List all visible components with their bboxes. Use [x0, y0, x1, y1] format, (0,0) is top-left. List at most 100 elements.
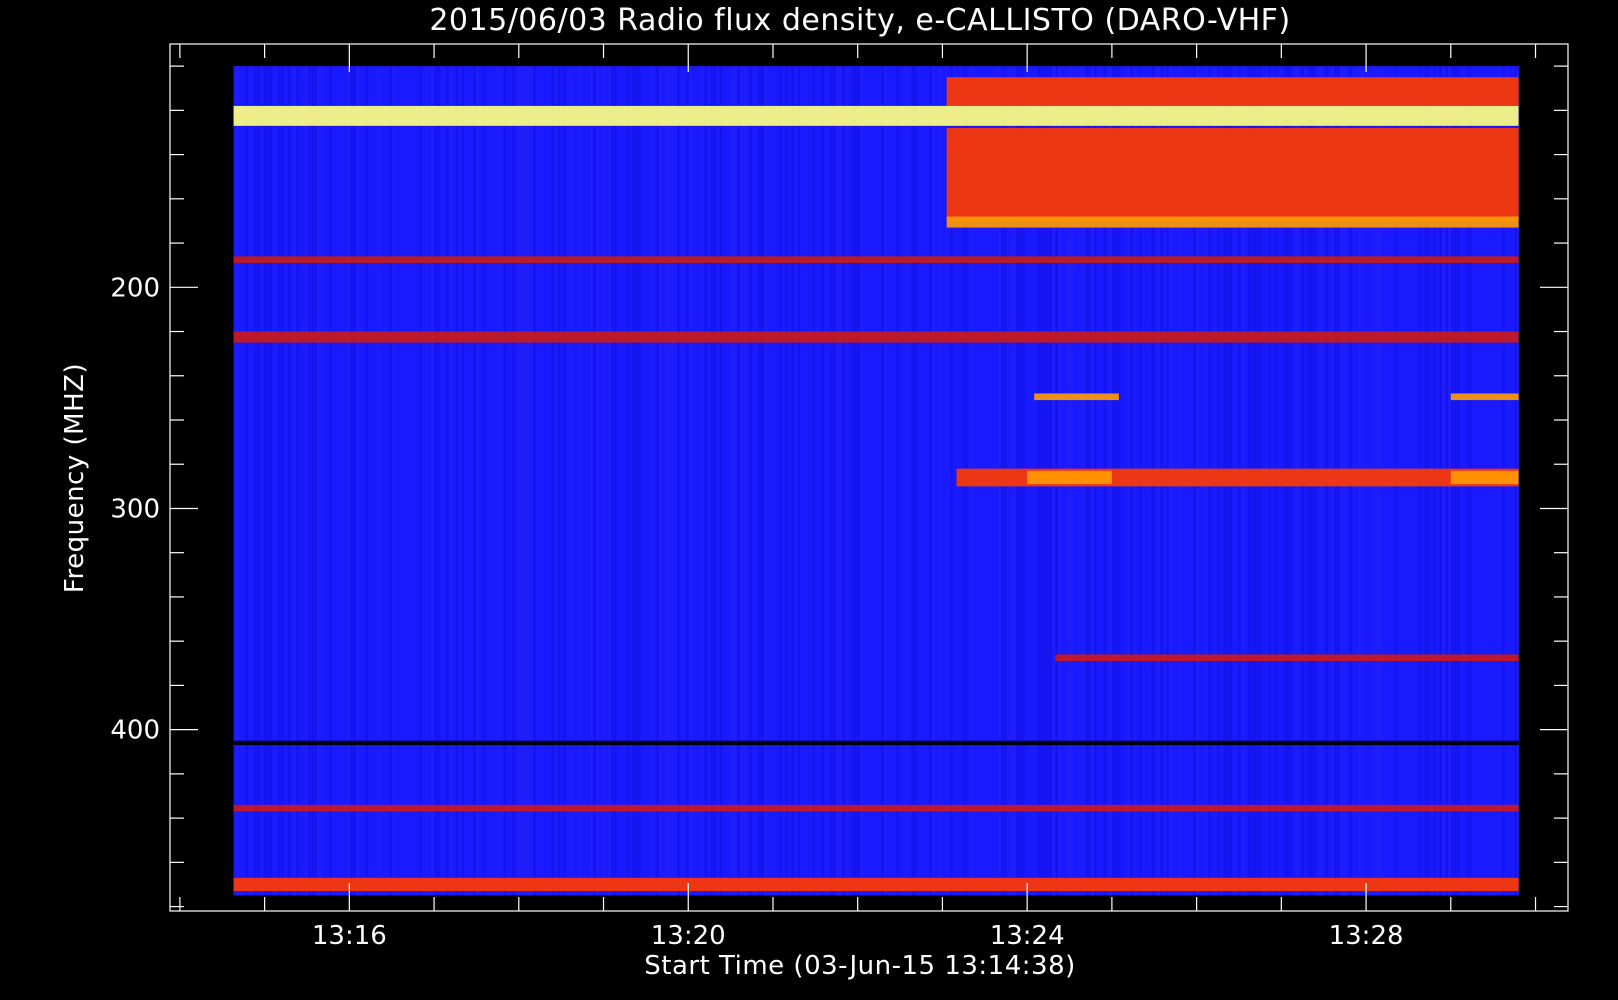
noise-column: [932, 66, 935, 896]
noise-column: [938, 66, 941, 896]
noise-column: [551, 66, 554, 896]
noise-column: [296, 66, 299, 896]
noise-column: [425, 66, 428, 896]
noise-column: [749, 66, 752, 896]
noise-column: [914, 66, 917, 896]
noise-column: [896, 66, 899, 896]
noise-column: [524, 66, 527, 896]
noise-column: [674, 66, 677, 896]
noise-column: [320, 66, 323, 896]
heatmap-layer: [233, 66, 1520, 896]
noise-column: [731, 66, 734, 896]
noise-column: [761, 66, 764, 896]
noise-column: [305, 66, 308, 896]
noise-column: [287, 66, 290, 896]
noise-column: [701, 66, 704, 896]
chart-title: 2015/06/03 Radio flux density, e-CALLIST…: [429, 3, 1290, 38]
noise-column: [821, 66, 824, 896]
noise-column: [521, 66, 524, 896]
noise-column: [518, 66, 521, 896]
noise-column: [791, 66, 794, 896]
noise-column: [356, 66, 359, 896]
noise-column: [830, 66, 833, 896]
noise-column: [668, 66, 671, 896]
noise-column: [437, 66, 440, 896]
noise-column: [257, 66, 260, 896]
noise-column: [740, 66, 743, 896]
noise-column: [578, 66, 581, 896]
noise-column: [836, 66, 839, 896]
noise-column: [353, 66, 356, 896]
noise-column: [512, 66, 515, 896]
noise-column: [779, 66, 782, 896]
feature-band-286-mhz-bright: [1027, 470, 1112, 485]
noise-column: [608, 66, 611, 896]
noise-column: [236, 66, 239, 896]
feature-interference-470-mhz: [233, 877, 1519, 892]
noise-column: [365, 66, 368, 896]
feature-continuum-upper-band: [946, 77, 1519, 106]
x-tick-label: 13:16: [312, 921, 387, 951]
spectrogram-chart: 2015/06/03 Radio flux density, e-CALLIST…: [60, 3, 1569, 981]
noise-column: [860, 66, 863, 896]
noise-column: [743, 66, 746, 896]
noise-column: [461, 66, 464, 896]
noise-column: [842, 66, 845, 896]
feature-line-222-mhz: [233, 331, 1519, 343]
noise-column: [851, 66, 854, 896]
noise-column: [734, 66, 737, 896]
feature-strip-172-mhz: [946, 216, 1519, 228]
noise-column: [281, 66, 284, 896]
noise-column: [686, 66, 689, 896]
noise-column: [527, 66, 530, 896]
noise-column: [626, 66, 629, 896]
noise-column: [254, 66, 257, 896]
noise-column: [266, 66, 269, 896]
noise-column: [476, 66, 479, 896]
noise-column: [638, 66, 641, 896]
noise-column: [671, 66, 674, 896]
y-tick-label: 400: [110, 716, 160, 746]
noise-column: [812, 66, 815, 896]
feature-line-436-mhz: [233, 804, 1519, 812]
noise-column: [350, 66, 353, 896]
noise-column: [497, 66, 500, 896]
noise-column: [839, 66, 842, 896]
feature-band-250-mhz: [1034, 393, 1119, 401]
noise-column: [593, 66, 596, 896]
noise-column: [392, 66, 395, 896]
noise-column: [611, 66, 614, 896]
noise-column: [311, 66, 314, 896]
noise-column: [449, 66, 452, 896]
noise-column: [245, 66, 248, 896]
noise-column: [737, 66, 740, 896]
x-axis-title: Start Time (03-Jun-15 13:14:38): [644, 951, 1076, 981]
noise-column: [269, 66, 272, 896]
noise-column: [473, 66, 476, 896]
noise-column: [347, 66, 350, 896]
noise-column: [263, 66, 266, 896]
noise-column: [665, 66, 668, 896]
noise-column: [563, 66, 566, 896]
noise-column: [797, 66, 800, 896]
noise-column: [533, 66, 536, 896]
noise-column: [689, 66, 692, 896]
noise-column: [614, 66, 617, 896]
noise-column: [911, 66, 914, 896]
noise-column: [635, 66, 638, 896]
noise-column: [884, 66, 887, 896]
noise-column: [929, 66, 932, 896]
noise-column: [329, 66, 332, 896]
noise-column: [278, 66, 281, 896]
noise-column: [719, 66, 722, 896]
noise-column: [377, 66, 380, 896]
feature-line-368-mhz: [1055, 654, 1519, 662]
noise-column: [659, 66, 662, 896]
x-tick-label: 13:24: [990, 921, 1065, 951]
x-tick-label: 13:28: [1329, 921, 1404, 951]
noise-column: [596, 66, 599, 896]
feature-continuum-burst: [946, 128, 1519, 221]
y-axis-title: Frequency (MHZ): [60, 363, 90, 593]
x-tick-label: 13:20: [651, 921, 726, 951]
feature-band-286-mhz-bright-late: [1450, 470, 1519, 485]
